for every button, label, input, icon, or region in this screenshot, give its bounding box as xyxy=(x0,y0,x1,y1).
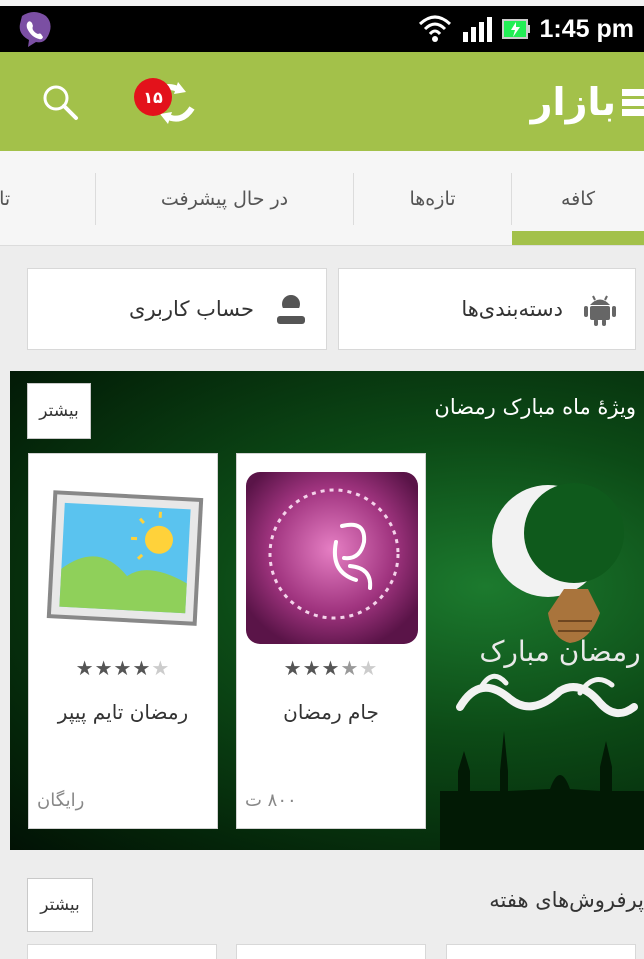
featured-banner[interactable]: ویژهٔ ماه مبارک رمضان بیشتر ★★★★★ جام رم… xyxy=(10,371,644,850)
categories-button[interactable]: دسته‌بندی‌ها xyxy=(338,268,636,350)
bazaar-logo: بازار xyxy=(531,78,644,126)
tab-divider xyxy=(511,173,512,225)
logo-mark-icon xyxy=(622,89,644,116)
action-bar: ۱۵ بازار xyxy=(0,52,644,151)
app-price: رایگان xyxy=(37,790,85,811)
app-name: جام رمضان xyxy=(283,700,379,724)
update-count-badge[interactable]: ۱۵ xyxy=(134,78,172,116)
featured-title: ویژهٔ ماه مبارک رمضان xyxy=(434,395,636,419)
ramadan-artwork: رمضان مبارک xyxy=(440,483,644,850)
app-card-jam-ramadan[interactable]: ★★★★★ جام رمضان ۸۰۰ ت xyxy=(236,453,426,829)
app-card-peek[interactable] xyxy=(236,944,426,959)
app-card-peek[interactable] xyxy=(27,944,217,959)
app-name: رمضان تایم پیپر xyxy=(57,700,189,724)
picture-frame-icon xyxy=(46,490,204,626)
categories-label: دسته‌بندی‌ها xyxy=(461,297,563,321)
tab-label: تازه xyxy=(0,187,11,210)
viber-icon xyxy=(19,12,51,47)
clock: 1:45 pm xyxy=(539,14,634,43)
tab-trending[interactable]: در حال پیشرفت xyxy=(96,151,353,246)
active-tab-indicator xyxy=(512,231,644,245)
search-icon[interactable] xyxy=(40,82,80,122)
rating-stars: ★★★★★ xyxy=(283,656,379,680)
account-button[interactable]: حساب کاربری xyxy=(27,268,327,350)
account-label: حساب کاربری xyxy=(129,297,254,321)
tab-new[interactable]: تازه‌ها xyxy=(354,151,511,246)
calligraphy-icon xyxy=(246,472,418,644)
featured-more-button[interactable]: بیشتر xyxy=(27,383,91,439)
android-icon xyxy=(584,295,616,326)
tab-clipped[interactable]: تازه xyxy=(0,151,94,246)
rating-stars: ★★★★★ xyxy=(75,656,171,680)
battery-icon xyxy=(501,19,530,39)
status-bar: 1:45 pm xyxy=(0,6,644,52)
tab-divider xyxy=(95,173,96,225)
app-card-ramadan-wallpaper[interactable]: ★★★★★ رمضان تایم پیپر رایگان xyxy=(28,453,218,829)
bestsellers-title: پرفروش‌های هفته xyxy=(489,888,644,912)
ramadan-calligraphy: رمضان مبارک xyxy=(479,635,640,668)
bestsellers-more-button[interactable]: بیشتر xyxy=(27,878,93,932)
tab-label: کافه xyxy=(560,187,596,210)
app-card-peek[interactable] xyxy=(446,944,636,959)
wifi-icon xyxy=(418,15,451,42)
tab-divider xyxy=(353,173,354,225)
tab-label: در حال پیشرفت xyxy=(160,187,289,210)
user-icon xyxy=(277,295,305,324)
app-price: ۸۰۰ ت xyxy=(245,790,297,811)
signal-icon xyxy=(462,17,492,42)
tab-label: تازه‌ها xyxy=(409,187,456,210)
brand-name: بازار xyxy=(530,80,617,124)
